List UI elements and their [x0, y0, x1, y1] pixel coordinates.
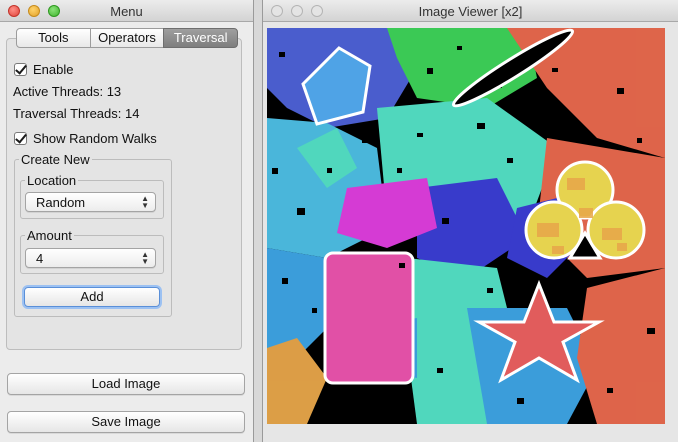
enable-checkbox-row[interactable]: Enable [14, 62, 73, 77]
save-image-button[interactable]: Save Image [7, 411, 245, 433]
menu-window: Menu Tools Operators Traversal Enable Ac… [0, 0, 254, 442]
traversal-threads-text: Traversal Threads: 14 [13, 106, 140, 121]
amount-label: Amount [27, 228, 72, 243]
menu-titlebar[interactable]: Menu [0, 0, 253, 22]
add-button[interactable]: Add [24, 287, 160, 307]
image-viewer-window: Image Viewer [x2] [262, 0, 678, 442]
location-select[interactable]: Random ▲ ▼ [25, 192, 156, 212]
location-label: Location [27, 173, 77, 188]
viewer-titlebar[interactable]: Image Viewer [x2] [263, 0, 678, 22]
show-random-walks-checkbox[interactable] [14, 132, 27, 145]
active-threads-text: Active Threads: 13 [13, 84, 122, 99]
select-arrows-icon: ▲ ▼ [141, 194, 149, 210]
load-image-button[interactable]: Load Image [7, 373, 245, 395]
tab-traversal[interactable]: Traversal [163, 28, 239, 48]
viewer-content [263, 22, 678, 442]
card-shape [323, 251, 415, 385]
amount-select[interactable]: 4 ▲ ▼ [25, 248, 156, 268]
tab-bar: Tools Operators Traversal [16, 28, 239, 48]
create-new-title: Create New [21, 152, 90, 167]
tab-tools[interactable]: Tools [16, 28, 91, 48]
enable-checkbox[interactable] [14, 63, 27, 76]
traversal-image [267, 28, 665, 424]
image-canvas[interactable] [267, 28, 665, 424]
show-random-walks-label: Show Random Walks [33, 131, 157, 146]
tab-operators[interactable]: Operators [89, 28, 165, 48]
location-value: Random [36, 195, 86, 210]
show-random-walks-row[interactable]: Show Random Walks [14, 131, 157, 146]
menu-window-title: Menu [110, 4, 143, 19]
select-arrows-icon: ▲ ▼ [141, 250, 149, 266]
enable-label: Enable [33, 62, 74, 77]
viewer-window-title: Image Viewer [x2] [418, 4, 523, 19]
amount-value: 4 [36, 251, 44, 266]
card-speck [399, 263, 405, 268]
